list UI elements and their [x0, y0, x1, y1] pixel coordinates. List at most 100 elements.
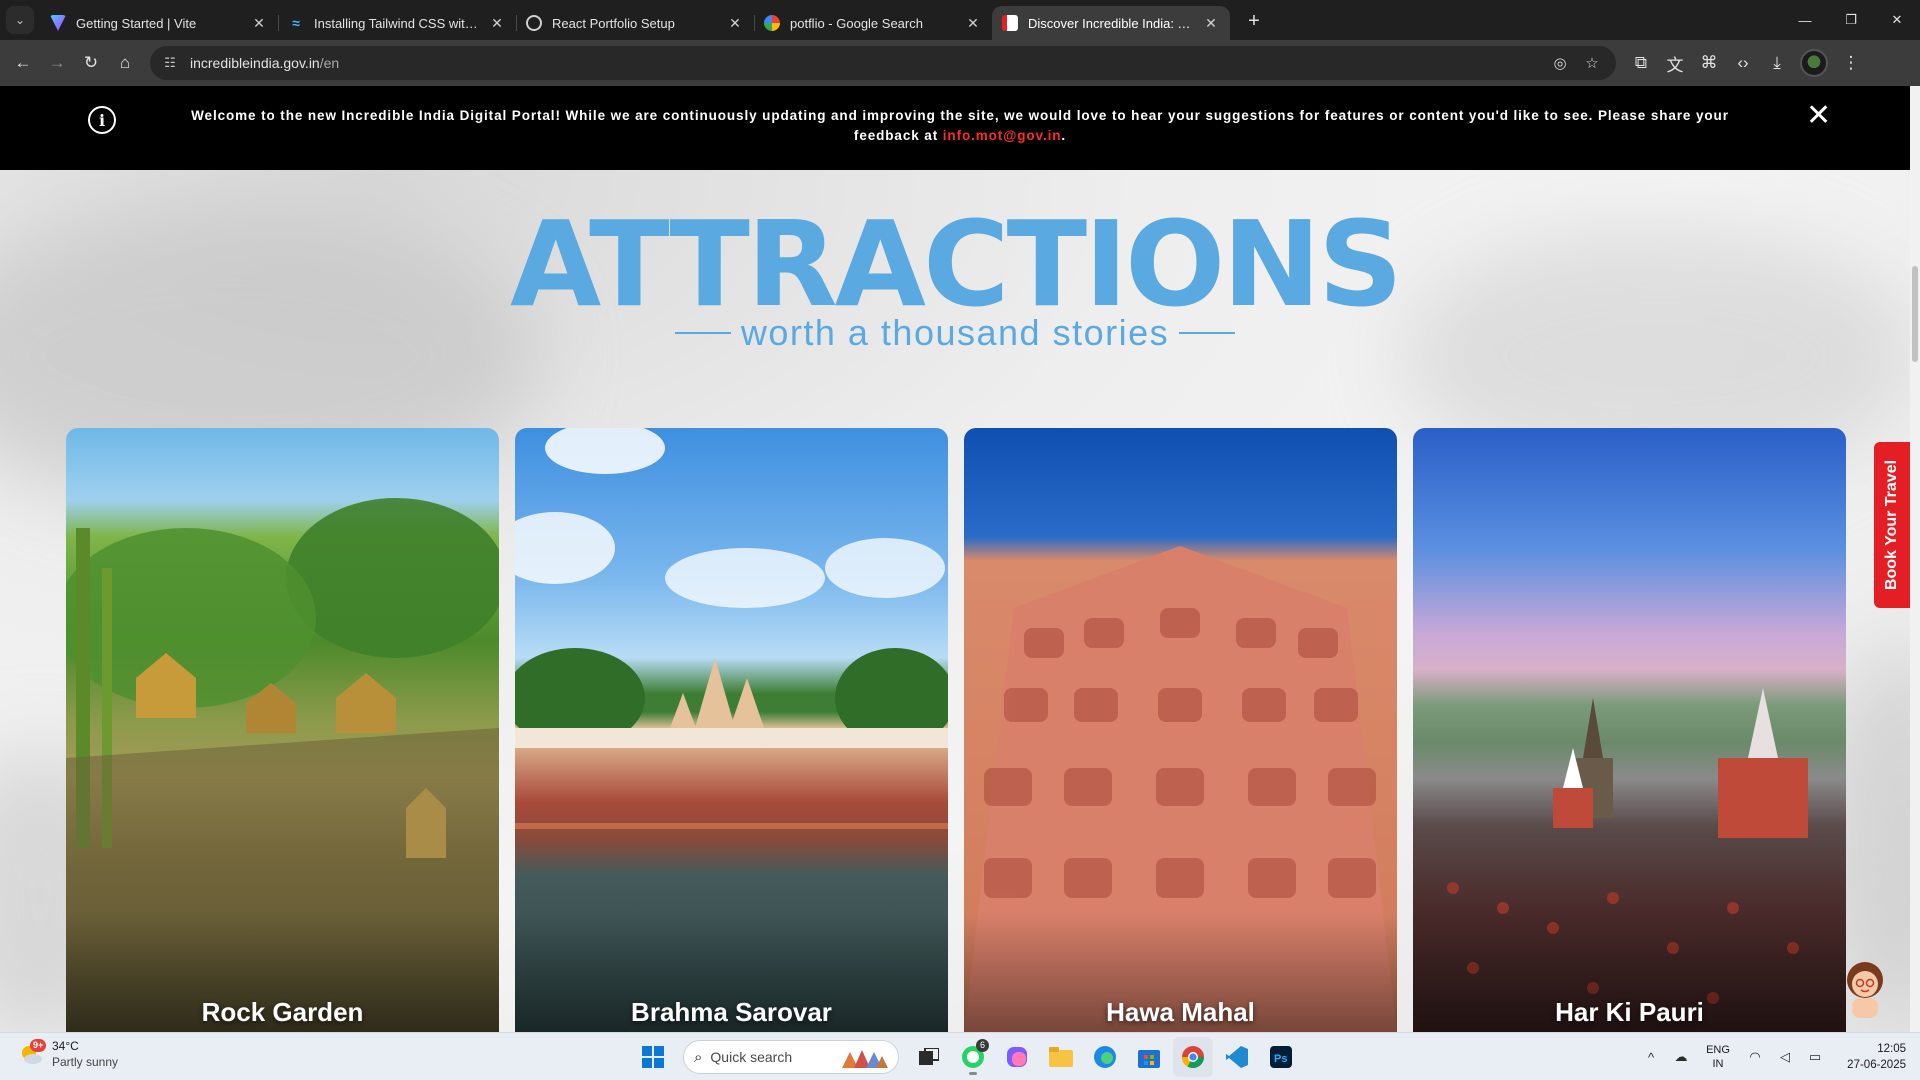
task-view-icon[interactable]	[909, 1037, 949, 1077]
google-favicon-icon	[764, 15, 780, 31]
incredible-india-favicon-icon	[1002, 15, 1018, 31]
chatgpt-favicon-icon	[526, 15, 542, 31]
partly-sunny-icon: 9+	[18, 1039, 47, 1067]
more-menu-icon[interactable]: ⋮	[1834, 46, 1868, 80]
wifi-icon[interactable]: ◠	[1740, 1042, 1770, 1072]
search-placeholder: Quick search	[710, 1049, 793, 1065]
banner-close-button[interactable]: ✕	[1806, 101, 1831, 131]
clock-date: 27-06-2025	[1847, 1059, 1906, 1071]
taskbar-apps: ⌕ Quick search 6 Ps	[633, 1037, 1301, 1077]
search-highlight-icon	[842, 1050, 888, 1068]
clock[interactable]: 12:05 27-06-2025	[1830, 1041, 1920, 1073]
close-icon[interactable]: ✕	[488, 14, 506, 32]
weather-widget[interactable]: 9+ 34°C Partly sunny	[18, 1038, 118, 1070]
whatsapp-icon[interactable]: 6	[953, 1037, 993, 1077]
url-host: incredibleindia.gov.in	[190, 55, 320, 71]
tab-title: potflio - Google Search	[790, 15, 923, 31]
windows-taskbar: 9+ 34°C Partly sunny ⌕ Quick search 6 Ps…	[0, 1032, 1920, 1080]
book-your-travel-label: Book Your Travel	[1883, 459, 1900, 591]
back-button[interactable]: ←	[6, 46, 40, 80]
taskbar-search[interactable]: ⌕ Quick search	[683, 1040, 899, 1074]
tab-vite[interactable]: Getting Started | Vite ✕	[40, 6, 278, 40]
book-your-travel-button[interactable]: Book Your Travel	[1874, 442, 1910, 608]
tab-react-portfolio[interactable]: React Portfolio Setup ✕	[516, 6, 754, 40]
window-controls: — ❐ ✕	[1782, 0, 1920, 40]
attraction-card-hawa-mahal[interactable]: Hawa Mahal	[964, 428, 1397, 1032]
translate-icon[interactable]: 文	[1658, 46, 1692, 80]
input-language[interactable]: ENG IN	[1696, 1043, 1740, 1071]
attraction-card-har-ki-pauri[interactable]: Har Ki Pauri	[1413, 428, 1846, 1032]
lang-bottom: IN	[1712, 1058, 1724, 1070]
close-icon[interactable]: ✕	[250, 14, 268, 32]
vscode-icon[interactable]	[1217, 1037, 1257, 1077]
attraction-name: Brahma Sarovar	[631, 997, 832, 1027]
banner-period: .	[1061, 128, 1067, 143]
scrollbar-thumb[interactable]	[1912, 266, 1918, 362]
start-button[interactable]	[633, 1037, 673, 1077]
reload-button[interactable]: ↻	[74, 46, 108, 80]
restore-icon[interactable]: ❐	[1828, 0, 1874, 40]
weather-badge: 9+	[30, 1039, 47, 1052]
browser-toolbar: ← → ↻ ⌂ ☷ incredibleindia.gov.in/en ◎ ☆ …	[0, 40, 1920, 86]
download-icon[interactable]: ⤓	[1760, 46, 1794, 80]
arrow-left-icon: ←	[14, 53, 32, 72]
tailwind-favicon-icon: ≈	[292, 15, 300, 31]
address-bar[interactable]: ☷ incredibleindia.gov.in/en ◎ ☆	[150, 46, 1616, 80]
chrome-icon[interactable]	[1173, 1037, 1213, 1077]
tab-google-search[interactable]: potflio - Google Search ✕	[754, 6, 992, 40]
url-path: /en	[319, 55, 340, 71]
file-explorer-icon[interactable]	[1041, 1037, 1081, 1077]
page-scrollbar[interactable]	[1910, 86, 1920, 1032]
close-icon[interactable]: ✕	[964, 14, 982, 32]
search-icon: ⌕	[694, 1048, 703, 1066]
arrow-right-icon: →	[48, 53, 66, 72]
attractions-subheading: worth a thousand stories	[0, 312, 1910, 354]
extensions-icon[interactable]: ⧉	[1624, 46, 1658, 80]
temperature: 34°C	[52, 1039, 79, 1053]
attractions-heading: ATTRACTIONS	[509, 195, 1403, 333]
lang-top: ENG	[1706, 1044, 1730, 1056]
home-icon: ⌂	[119, 53, 131, 72]
home-button[interactable]: ⌂	[108, 46, 142, 80]
attraction-name: Hawa Mahal	[1106, 997, 1255, 1027]
weather-condition: Partly sunny	[52, 1055, 119, 1069]
photoshop-icon[interactable]: Ps	[1261, 1037, 1301, 1077]
volume-icon[interactable]: ◁	[1770, 1042, 1800, 1072]
site-settings-icon[interactable]: ☷	[162, 55, 178, 71]
new-tab-button[interactable]: +	[1236, 3, 1272, 39]
chevron-up-icon[interactable]: ^	[1636, 1042, 1666, 1072]
clock-time: 12:05	[1877, 1043, 1906, 1055]
whatsapp-badge: 6	[975, 1039, 989, 1052]
incognito-icon[interactable]: ⌘	[1692, 46, 1726, 80]
edge-icon[interactable]	[1085, 1037, 1125, 1077]
attraction-card-brahma-sarovar[interactable]: Brahma Sarovar	[515, 428, 948, 1032]
attraction-card-rock-garden[interactable]: Rock Garden	[66, 428, 499, 1032]
tab-incredible-india[interactable]: Discover Incredible India: Travel ✕	[992, 6, 1230, 40]
chatbot-mascot-icon[interactable]	[1842, 958, 1888, 1018]
close-icon[interactable]: ✕	[1202, 14, 1220, 32]
code-icon[interactable]: ‹›	[1726, 46, 1760, 80]
copilot-icon[interactable]	[997, 1037, 1037, 1077]
battery-icon[interactable]: ▭	[1800, 1042, 1830, 1072]
windows-logo-icon	[642, 1046, 664, 1068]
tab-search-button[interactable]: ⌄	[0, 0, 40, 40]
bookmark-star-icon[interactable]: ☆	[1578, 49, 1606, 77]
system-tray: ^ ☁ ENG IN ◠ ◁ ▭ 12:05 27-06-2025	[1636, 1033, 1920, 1080]
weather-text: 34°C Partly sunny	[52, 1038, 118, 1070]
microsoft-store-icon[interactable]	[1129, 1037, 1169, 1077]
info-icon: i	[88, 106, 116, 134]
tab-tailwind[interactable]: ≈ Installing Tailwind CSS with Vite ✕	[278, 6, 516, 40]
onedrive-cloud-icon[interactable]: ☁	[1666, 1042, 1696, 1072]
forward-button[interactable]: →	[40, 46, 74, 80]
close-icon[interactable]: ✕	[726, 14, 744, 32]
reload-icon: ↻	[83, 53, 99, 72]
attractions-carousel: Rock Garden Brahma Sarovar Hawa Mahal Ha…	[66, 428, 1846, 1032]
eye-off-icon[interactable]: ◎	[1546, 49, 1574, 77]
svg-text:Ps: Ps	[1274, 1053, 1287, 1065]
feedback-email-link[interactable]: info.mot@gov.in	[943, 128, 1062, 143]
browser-tab-strip: ⌄ Getting Started | Vite ✕ ≈ Installing …	[0, 0, 1920, 40]
profile-avatar[interactable]	[1800, 49, 1828, 77]
window-close-icon[interactable]: ✕	[1874, 0, 1920, 40]
minimize-icon[interactable]: —	[1782, 0, 1828, 40]
divider	[1179, 332, 1236, 334]
